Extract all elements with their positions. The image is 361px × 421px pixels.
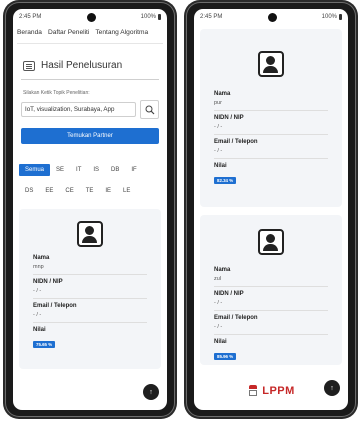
- find-partner-button[interactable]: Temukan Partner: [21, 128, 159, 144]
- search-row: [13, 96, 167, 119]
- nidn-value: - / -: [214, 124, 223, 130]
- score-badge: 85.96 %: [214, 353, 237, 360]
- list-icon: [23, 60, 35, 71]
- nidn-label: NIDN / NIP: [33, 279, 63, 285]
- nav-item-daftar-peneliti[interactable]: Daftar Peneliti: [48, 29, 89, 36]
- avatar-icon: [258, 51, 284, 77]
- contact-label: Email / Telepon: [33, 303, 77, 309]
- lppm-emblem-icon: [247, 385, 259, 397]
- status-time: 2:45 PM: [19, 14, 42, 20]
- screen-left: 2:45 PM 100% Beranda Daftar Peneliti Ten…: [13, 9, 167, 410]
- search-input[interactable]: [21, 102, 136, 117]
- search-icon: [145, 105, 154, 114]
- nidn-label: NIDN / NIP: [214, 291, 244, 297]
- filter-chip-semua[interactable]: Semua: [19, 164, 51, 176]
- filter-chip-se[interactable]: SE: [50, 164, 70, 176]
- contact-label: Email / Telepon: [214, 315, 258, 321]
- nidn-value: - / -: [214, 300, 223, 306]
- name-value: mnp: [33, 264, 44, 270]
- page-title: Hasil Penelusuran: [13, 44, 167, 71]
- score-badge: 75.65 %: [33, 341, 56, 348]
- contact-value: - / -: [214, 324, 223, 330]
- filter-chip-ds[interactable]: DS: [19, 185, 39, 197]
- researcher-card: Nama pur NIDN / NIP - / - Email / Telepo…: [200, 29, 342, 207]
- filter-chip-ie[interactable]: IE: [99, 185, 117, 197]
- score-label: Nilai: [33, 327, 46, 333]
- filter-chip-if[interactable]: IF: [125, 164, 142, 176]
- battery-icon: [158, 14, 161, 20]
- score-label: Nilai: [214, 339, 227, 345]
- avatar-icon: [77, 221, 103, 247]
- nav-item-beranda[interactable]: Beranda: [17, 29, 42, 36]
- name-label: Nama: [214, 267, 231, 273]
- contact-label: Email / Telepon: [214, 139, 258, 145]
- name-value: pur: [214, 100, 222, 106]
- scroll-top-button[interactable]: ↑: [143, 384, 159, 400]
- status-bar: 2:45 PM 100%: [13, 9, 167, 25]
- nidn-value: - / -: [33, 288, 42, 294]
- top-nav: Beranda Daftar Peneliti Tentang Algoritm…: [13, 25, 167, 36]
- filter-chip-it[interactable]: IT: [70, 164, 87, 176]
- avatar-icon: [258, 229, 284, 255]
- filter-chip-db[interactable]: DB: [105, 164, 125, 176]
- name-label: Nama: [214, 91, 231, 97]
- page-title-text: Hasil Penelusuran: [41, 60, 123, 71]
- contact-value: - / -: [214, 148, 223, 154]
- camera-icon: [86, 12, 96, 22]
- name-label: Nama: [33, 255, 50, 261]
- nav-item-tentang-algoritma[interactable]: Tentang Algoritma: [95, 29, 148, 36]
- filter-chip-le[interactable]: LE: [117, 185, 136, 197]
- battery-text: 100%: [321, 14, 337, 20]
- filter-chip-is[interactable]: IS: [87, 164, 105, 176]
- nidn-label: NIDN / NIP: [214, 115, 244, 121]
- battery-text: 100%: [140, 14, 156, 20]
- scroll-top-button[interactable]: ↑: [324, 380, 340, 396]
- researcher-card: Nama zul NIDN / NIP - / - Email / Telepo…: [200, 215, 342, 365]
- battery-icon: [339, 14, 342, 20]
- status-time: 2:45 PM: [200, 14, 223, 20]
- filter-chip-ce[interactable]: CE: [59, 185, 79, 197]
- lppm-logo-text: LPPM: [262, 385, 295, 397]
- camera-icon: [267, 12, 277, 22]
- score-badge: 82.34 %: [214, 177, 237, 184]
- filter-chip-ee[interactable]: EE: [39, 185, 59, 197]
- phone-left: 2:45 PM 100% Beranda Daftar Peneliti Ten…: [5, 2, 175, 417]
- researcher-card: Nama mnp NIDN / NIP - / - Email / Telepo…: [19, 209, 161, 369]
- phone-right: 2:45 PM 100% Nama pur NIDN / NIP - / - E…: [186, 2, 356, 417]
- name-value: zul: [214, 276, 222, 282]
- filter-chips: Semua SE IT IS DB IF DS EE CE TE IE LE: [13, 144, 167, 197]
- score-label: Nilai: [214, 163, 227, 169]
- contact-value: - / -: [33, 312, 42, 318]
- arrow-up-icon: ↑: [149, 388, 153, 396]
- search-label: Silakan Ketik Topik Penelitian:: [23, 90, 90, 96]
- screen-right: 2:45 PM 100% Nama pur NIDN / NIP - / - E…: [194, 9, 348, 410]
- arrow-up-icon: ↑: [330, 384, 334, 392]
- filter-chip-te[interactable]: TE: [80, 185, 100, 197]
- search-button[interactable]: [140, 100, 159, 119]
- status-bar: 2:45 PM 100%: [194, 9, 348, 25]
